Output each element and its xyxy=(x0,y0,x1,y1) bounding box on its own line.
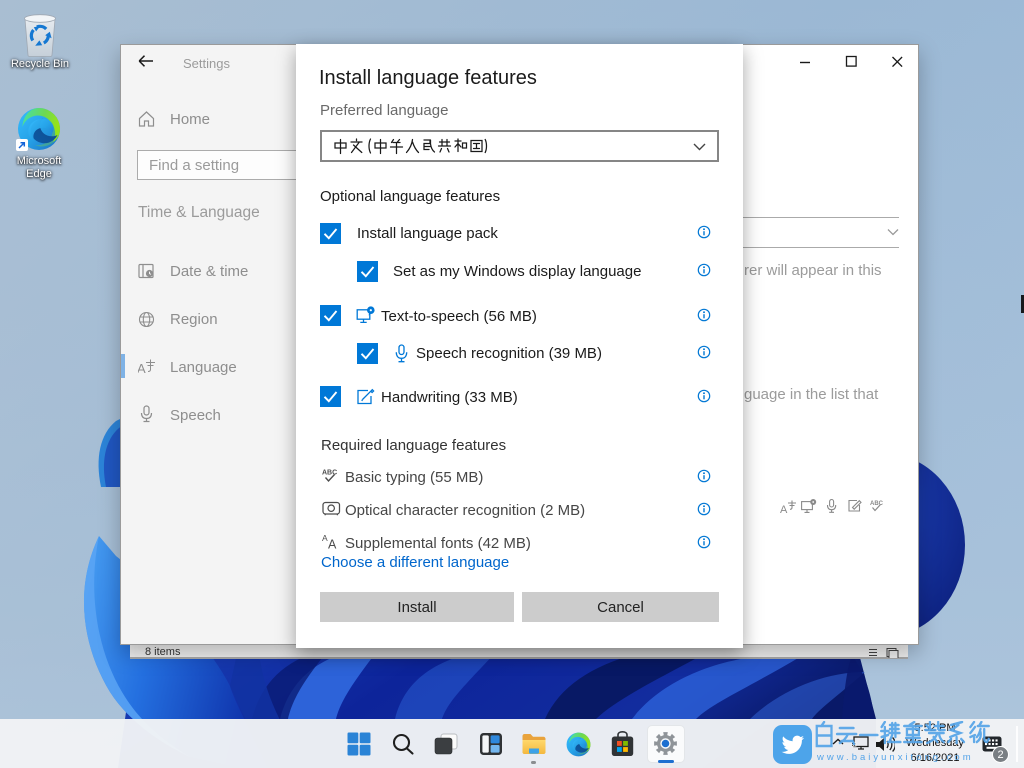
svg-text:A: A xyxy=(780,504,788,516)
svg-text:ABC: ABC xyxy=(870,501,884,507)
svg-text:ABC: ABC xyxy=(322,470,337,477)
svg-text:A: A xyxy=(328,538,337,550)
svg-text:A: A xyxy=(138,361,146,375)
